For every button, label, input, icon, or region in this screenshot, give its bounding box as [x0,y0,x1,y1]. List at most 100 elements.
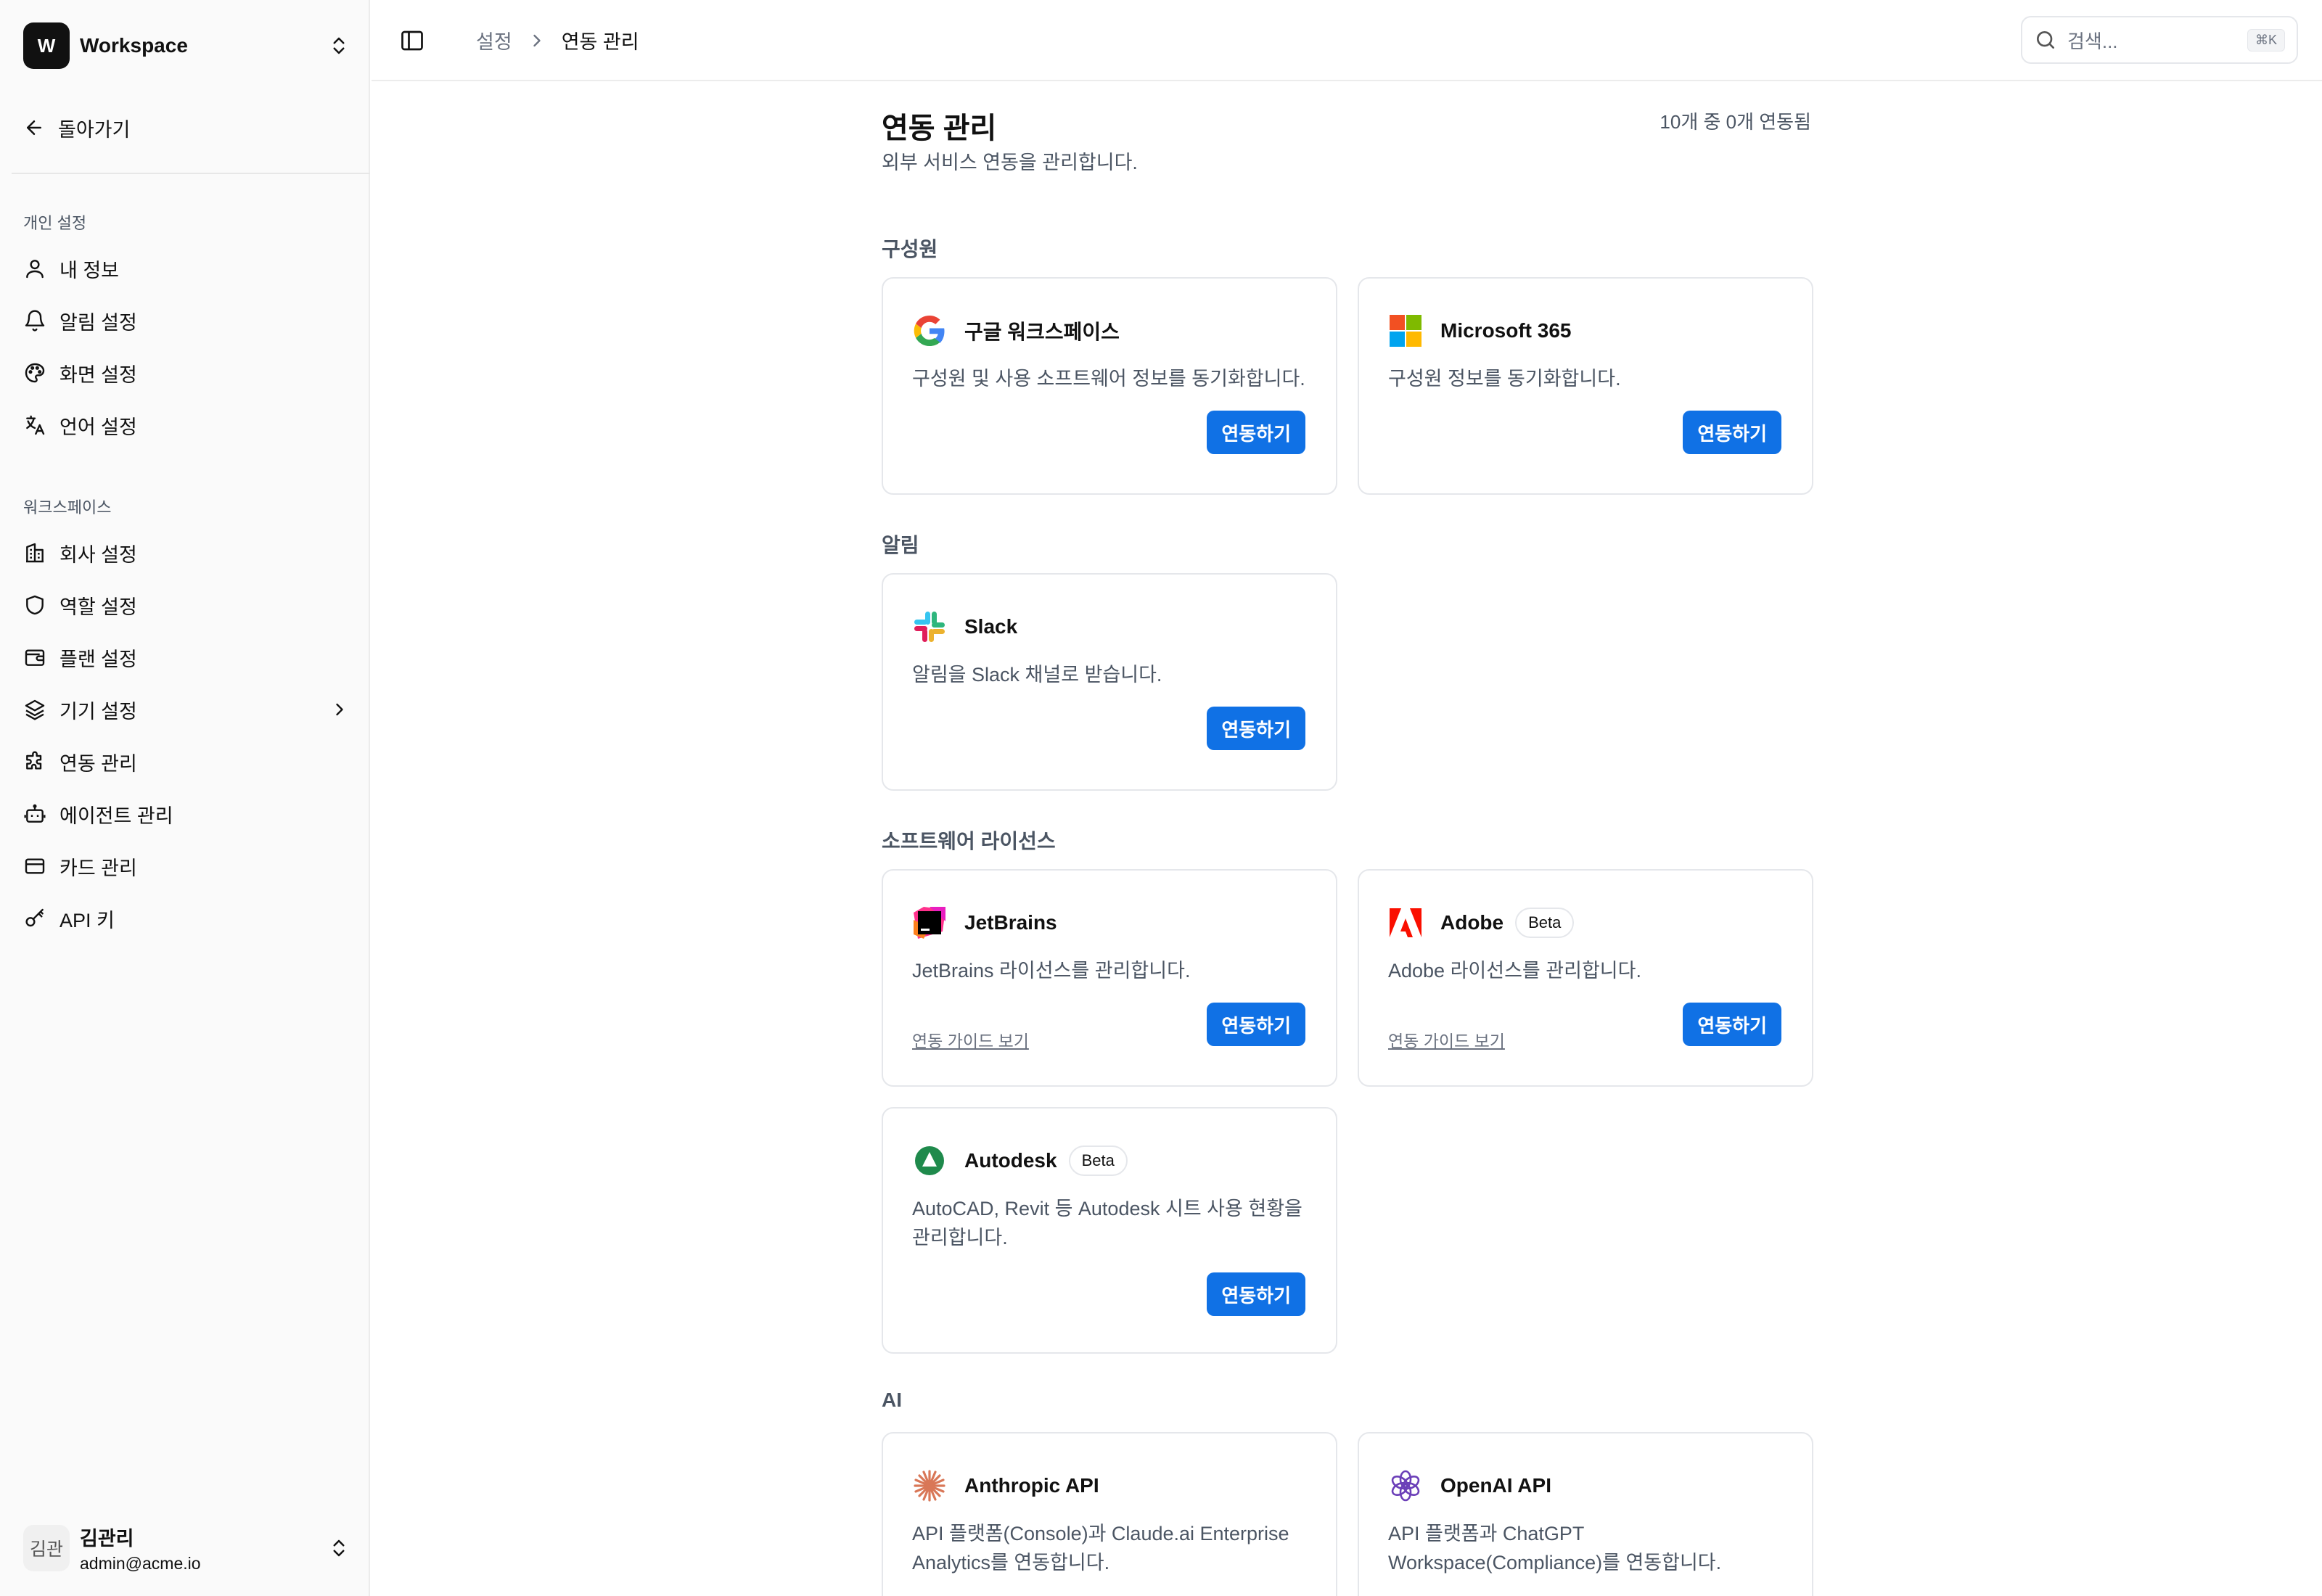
anthropic-icon [912,1468,947,1503]
integration-card-microsoft-365: Microsoft 365 구성원 정보를 동기화합니다. 연동하기 [1358,277,1813,495]
sidebar-item-devices[interactable]: 기기 설정 [23,689,350,730]
section-label-members: 구성원 [882,238,938,260]
palette-icon [23,361,46,384]
sidebar-item-label: 화면 설정 [60,363,137,386]
sidebar-item-company[interactable]: 회사 설정 [23,532,350,573]
sidebar: W Workspace 돌아가기 개인 설정 내 정보 알림 설정 화면 설정 … [0,0,370,1596]
search-icon [2037,31,2054,49]
workspace-logo: W [23,22,70,69]
integration-name: Autodesk [964,1149,1057,1172]
integration-name: Slack [964,615,1018,638]
jetbrains-icon [912,905,947,940]
sidebar-item-label: 언어 설정 [60,416,137,438]
user-email: admin@acme.io [80,1554,201,1573]
integration-description: 알림을 Slack 채널로 받습니다. [912,664,1162,686]
language-icon [23,414,46,437]
integration-name: OpenAI API [1440,1474,1551,1497]
chevron-right-icon [533,34,541,46]
connect-button[interactable]: 연동하기 [1207,1003,1305,1046]
user-icon [23,257,46,280]
layers-icon [23,698,46,721]
sidebar-item-cards[interactable]: 카드 관리 [23,846,350,887]
avatar: 김관 [23,1525,70,1571]
sidebar-item-label: 플랜 설정 [60,648,137,670]
breadcrumb: 설정 연동 관리 [476,26,639,54]
chevrons-up-down-icon [333,37,345,54]
integration-description: API 플랫폼(Console)과 Claude.ai Enterprise A… [912,1523,1289,1574]
chevron-right-icon [336,703,343,716]
sidebar-item-display[interactable]: 화면 설정 [23,353,350,393]
connect-button[interactable]: 연동하기 [1207,1272,1305,1316]
sidebar-item-label: 카드 관리 [60,857,137,879]
user-name: 김관리 [80,1528,134,1550]
chevrons-up-down-icon [333,1539,345,1557]
beta-badge: Beta [1515,908,1575,938]
sidebar-item-label: API 키 [60,909,115,931]
back-label: 돌아가기 [58,118,131,141]
sidebar-item-language[interactable]: 언어 설정 [23,405,350,445]
integration-card-jetbrains: JetBrains JetBrains 라이선스를 관리합니다. 연동 가이드 … [882,869,1337,1087]
credit-card-icon [23,855,46,878]
sidebar-item-roles[interactable]: 역할 설정 [23,585,350,625]
breadcrumb-current: 연동 관리 [561,31,639,53]
workspace-switcher[interactable]: W Workspace [23,22,350,70]
user-menu[interactable]: 김관 김관리 admin@acme.io [23,1519,350,1577]
connect-button[interactable]: 연동하기 [1683,411,1781,454]
sidebar-item-label: 회사 설정 [60,543,137,566]
integration-description: JetBrains 라이선스를 관리합니다. [912,960,1191,982]
integration-description: Adobe 라이선스를 관리합니다. [1388,960,1641,982]
integration-guide-link[interactable]: 연동 가이드 보기 [912,1027,1029,1052]
integration-card-adobe: Adobe Beta Adobe 라이선스를 관리합니다. 연동 가이드 보기 … [1358,869,1813,1087]
autodesk-icon [912,1143,947,1178]
slack-icon [912,609,947,644]
integration-card-google-workspace: 구글 워크스페이스 구성원 및 사용 소프트웨어 정보를 동기화합니다. 연동하… [882,277,1337,495]
integration-description: AutoCAD, Revit 등 Autodesk 시트 사용 현황을 관리합니… [912,1198,1302,1249]
search-placeholder: 검색... [2067,30,2118,52]
integration-card-openai-api: OpenAI API API 플랫폼과 ChatGPT Workspace(Co… [1358,1432,1813,1596]
arrow-left-icon [27,120,41,135]
sidebar-item-api-keys[interactable]: API 키 [23,898,350,939]
bell-icon [23,309,46,332]
section-label-notifications: 알림 [882,534,919,556]
shield-icon [23,593,46,617]
integration-description: 구성원 및 사용 소프트웨어 정보를 동기화합니다. [912,368,1305,390]
sidebar-item-label: 역할 설정 [60,596,137,618]
search-shortcut: ⌘K [2247,28,2285,52]
integration-name: Anthropic API [964,1474,1099,1497]
page-title: 연동 관리 [882,112,997,144]
puzzle-icon [23,750,46,773]
sidebar-item-integrations[interactable]: 연동 관리 [23,741,350,782]
sidebar-item-label: 연동 관리 [60,752,137,775]
sidebar-item-plan[interactable]: 플랜 설정 [23,637,350,678]
sidebar-toggle-icon[interactable] [399,28,425,54]
group-label-workspace: 워크스페이스 [23,498,112,517]
integration-description: 구성원 정보를 동기화합니다. [1388,368,1621,390]
integration-count: 10개 중 0개 연동됨 [1660,111,1811,133]
page-subtitle: 외부 서비스 연동을 관리합니다. [882,152,1138,173]
integration-name: JetBrains [964,911,1057,934]
group-label-personal: 개인 설정 [23,214,87,232]
back-link[interactable]: 돌아가기 [23,109,130,147]
connect-button[interactable]: 연동하기 [1683,1003,1781,1046]
section-label-software-licenses: 소프트웨어 라이선스 [882,830,1056,852]
integration-name: 구글 워크스페이스 [964,321,1120,343]
integration-guide-link[interactable]: 연동 가이드 보기 [1388,1027,1505,1052]
openai-icon [1388,1468,1423,1503]
adobe-icon [1388,905,1423,940]
sidebar-item-agents[interactable]: 에이전트 관리 [23,794,350,834]
bot-icon [23,802,46,826]
search-input[interactable]: 검색... ⌘K [2021,16,2298,64]
integration-name: Microsoft 365 [1440,319,1572,342]
sidebar-item-profile[interactable]: 내 정보 [23,248,350,289]
sidebar-divider [12,173,370,174]
sidebar-item-label: 알림 설정 [60,311,137,334]
microsoft-icon [1388,313,1423,348]
integration-description: API 플랫폼과 ChatGPT Workspace(Compliance)를 … [1388,1523,1722,1574]
connect-button[interactable]: 연동하기 [1207,707,1305,750]
sidebar-item-notifications[interactable]: 알림 설정 [23,300,350,341]
breadcrumb-settings[interactable]: 설정 [476,26,512,54]
integration-card-slack: Slack 알림을 Slack 채널로 받습니다. 연동하기 [882,573,1337,791]
connect-button[interactable]: 연동하기 [1207,411,1305,454]
workspace-name: Workspace [80,34,188,57]
google-icon [912,313,947,348]
